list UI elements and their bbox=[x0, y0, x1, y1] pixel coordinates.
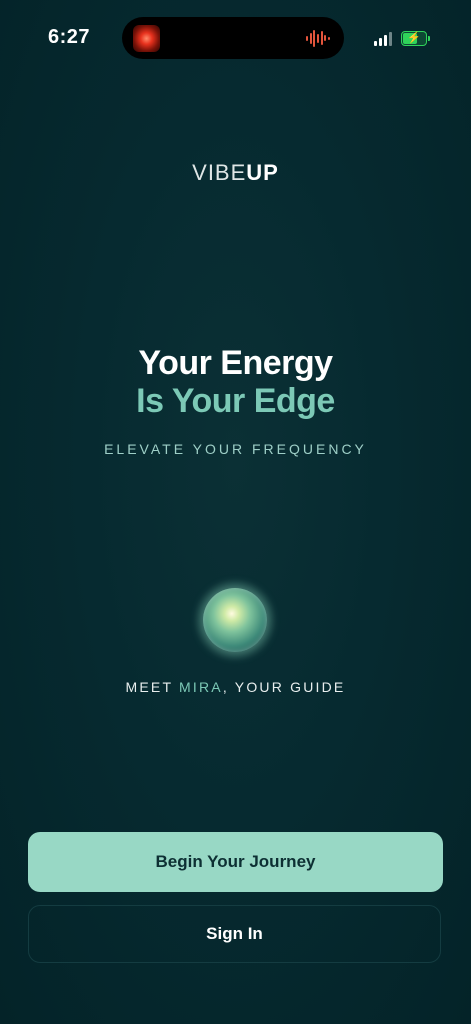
logo-light-text: VIBE bbox=[192, 160, 247, 185]
hero-headline: Your Energy Is Your Edge bbox=[0, 344, 471, 420]
dynamic-island bbox=[122, 17, 344, 59]
guide-intro-prefix: MEET bbox=[125, 679, 180, 695]
battery-charging-icon: ⚡ bbox=[401, 31, 430, 46]
tagline: ELEVATE YOUR FREQUENCY bbox=[104, 441, 367, 457]
guide-intro-suffix: , YOUR GUIDE bbox=[222, 679, 346, 695]
sign-in-button[interactable]: Sign In bbox=[28, 905, 441, 963]
logo-bold-text: UP bbox=[246, 160, 279, 185]
guide-name: MIRA bbox=[179, 679, 223, 695]
status-icons: ⚡ bbox=[374, 31, 430, 46]
begin-journey-button[interactable]: Begin Your Journey bbox=[28, 832, 443, 892]
app-recording-icon bbox=[133, 25, 160, 52]
headline-line-2: Is Your Edge bbox=[136, 382, 335, 420]
welcome-screen: 6:27 ⚡ VIBEUP Your Energy Is Your Edge E… bbox=[0, 0, 471, 1024]
app-logo: VIBEUP bbox=[0, 160, 471, 186]
headline-line-1: Your Energy bbox=[138, 344, 333, 382]
audio-wave-icon bbox=[306, 29, 330, 47]
guide-orb-icon bbox=[193, 578, 277, 662]
status-time: 6:27 bbox=[48, 26, 91, 48]
guide-intro: MEET MIRA, YOUR GUIDE bbox=[0, 679, 471, 695]
signal-icon bbox=[374, 31, 392, 46]
